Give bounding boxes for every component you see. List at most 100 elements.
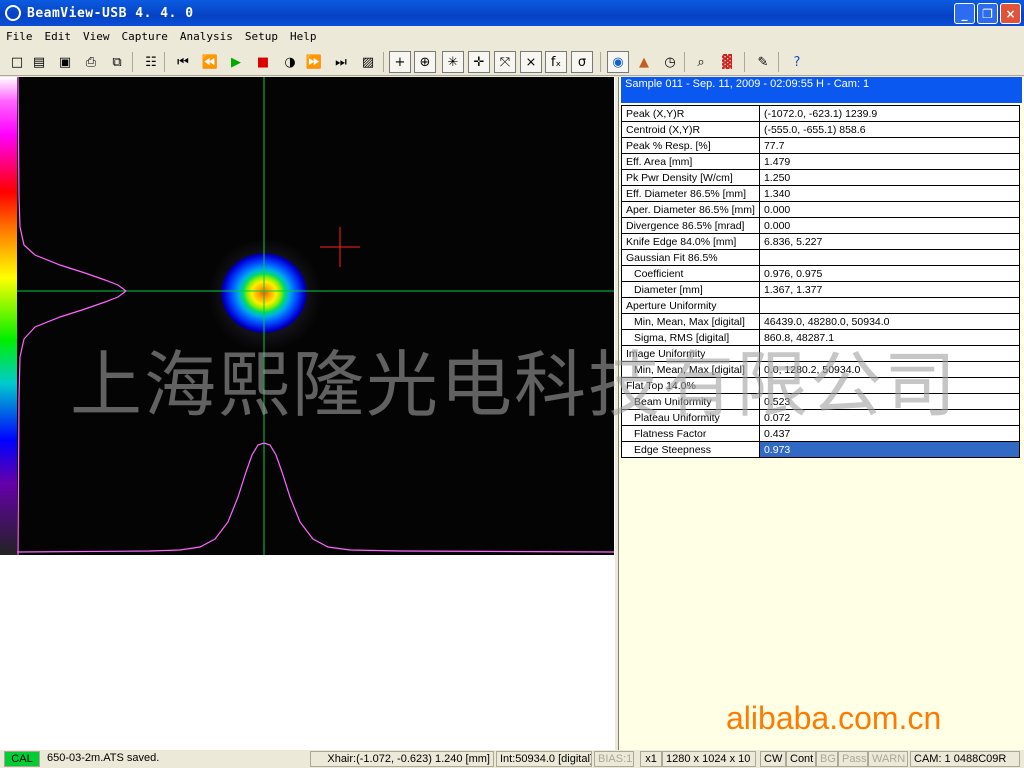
result-value[interactable] [758, 297, 1021, 314]
open-folder-icon[interactable]: ▤ [28, 51, 50, 73]
wizard-icon[interactable]: ✎ [752, 51, 774, 73]
skip-first-icon[interactable]: ⏮ [172, 51, 194, 73]
result-row[interactable]: Image Uniformity [621, 345, 1021, 362]
result-value[interactable] [758, 345, 1021, 362]
result-label: Divergence 86.5% [mrad] [621, 217, 760, 234]
skip-last-icon[interactable]: ⏭ [330, 51, 352, 73]
app-icon[interactable] [5, 5, 21, 21]
toolbar-separator [684, 52, 685, 72]
play-icon[interactable]: ▶ [225, 51, 247, 73]
result-value[interactable]: 0.976, 0.975 [758, 265, 1021, 282]
result-label: Peak (X,Y)R [621, 105, 760, 122]
result-value[interactable]: 1.367, 1.377 [758, 281, 1021, 298]
zoom-indicator: x1 [640, 751, 662, 767]
fast-forward-icon[interactable]: ⏩ [303, 51, 325, 73]
result-label: Flatness Factor [621, 425, 760, 442]
result-row[interactable]: Pk Pwr Density [W/cm] 1.250 [621, 169, 1021, 186]
print-setup-icon[interactable]: ☷ [140, 51, 162, 73]
result-value[interactable]: 0.437 [758, 425, 1021, 442]
beam-image-viewer[interactable] [0, 77, 614, 555]
result-row[interactable]: Diameter [mm] 1.367, 1.377 [621, 281, 1021, 298]
result-row[interactable]: Beam Uniformity 0.523 [621, 393, 1021, 410]
toolbar-separator [132, 52, 133, 72]
zoom-icon[interactable]: ⌕ [690, 51, 712, 73]
result-row[interactable]: Eff. Area [mm] 1.479 [621, 153, 1021, 170]
peak-crosshair-icon[interactable]: ✳ [442, 51, 464, 73]
menu-capture[interactable]: Capture [122, 30, 168, 43]
rewind-icon[interactable]: ⏪ [199, 51, 221, 73]
result-row[interactable]: Min, Mean, Max [digital] 0.0, 1280.2, 509… [621, 361, 1021, 378]
result-value[interactable]: 0.000 [758, 201, 1021, 218]
result-value[interactable] [758, 377, 1021, 394]
result-value[interactable]: (-1072.0, -623.1) 1239.9 [758, 105, 1021, 122]
result-row[interactable]: Eff. Diameter 86.5% [mm] 1.340 [621, 185, 1021, 202]
result-value[interactable]: 0.072 [758, 409, 1021, 426]
menu-setup[interactable]: Setup [245, 30, 278, 43]
snapshot-icon[interactable]: ▨ [357, 51, 379, 73]
result-row[interactable]: Plateau Uniformity 0.072 [621, 409, 1021, 426]
axis-profile-icon[interactable]: ⨯ [520, 51, 542, 73]
result-row[interactable]: Min, Mean, Max [digital] 46439.0, 48280.0… [621, 313, 1021, 330]
3d-view-icon[interactable]: ▲ [633, 51, 655, 73]
result-value[interactable]: 0.523 [758, 393, 1021, 410]
centroid-icon[interactable]: ⊕ [414, 51, 436, 73]
result-row[interactable]: Edge Steepness 0.973 [621, 441, 1021, 458]
result-value[interactable]: 6.836, 5.227 [758, 233, 1021, 250]
menu-analysis[interactable]: Analysis [180, 30, 233, 43]
menu-file[interactable]: File [6, 30, 33, 43]
result-value[interactable]: 0.000 [758, 217, 1021, 234]
result-row[interactable]: Sigma, RMS [digital] 860.8, 48287.1 [621, 329, 1021, 346]
copy-icon[interactable]: ⧉ [106, 51, 128, 73]
sigma-icon[interactable]: σ [571, 51, 593, 73]
cursor-crosshair-icon[interactable]: ✛ [468, 51, 490, 73]
clock-icon[interactable]: ◷ [659, 51, 681, 73]
palette-icon[interactable]: ▓ [716, 51, 738, 73]
result-label: Beam Uniformity [621, 393, 760, 410]
close-button[interactable]: × [1000, 3, 1021, 24]
result-label: Gaussian Fit 86.5% [621, 249, 760, 266]
result-label: Aperture Uniformity [621, 297, 760, 314]
crosshair-icon[interactable]: + [389, 51, 411, 73]
result-value[interactable]: 77.7 [758, 137, 1021, 154]
help-icon[interactable]: ? [786, 51, 808, 73]
print-icon[interactable]: ⎙ [80, 51, 102, 73]
result-label: Flat Top 14.0% [621, 377, 760, 394]
menu-edit[interactable]: Edit [45, 30, 72, 43]
result-label: Pk Pwr Density [W/cm] [621, 169, 760, 186]
result-value[interactable]: 0.0, 1280.2, 50934.0 [758, 361, 1021, 378]
status-bar: CAL 650-03-2m.ATS saved. Xhair:(-1.072, … [0, 750, 1024, 768]
result-row[interactable]: Peak % Resp. [%] 77.7 [621, 137, 1021, 154]
result-row[interactable]: Flatness Factor 0.437 [621, 425, 1021, 442]
stop-icon[interactable]: ■ [252, 51, 274, 73]
result-row[interactable]: Divergence 86.5% [mrad] 0.000 [621, 217, 1021, 234]
maximize-button[interactable]: ❐ [977, 3, 998, 24]
2d-view-icon[interactable]: ◉ [607, 51, 629, 73]
result-label: Knife Edge 84.0% [mm] [621, 233, 760, 250]
new-file-icon[interactable]: □ [6, 51, 28, 73]
profile-icon[interactable]: ⤧ [494, 51, 516, 73]
result-value[interactable]: 860.8, 48287.1 [758, 329, 1021, 346]
minimize-button[interactable]: _ [954, 3, 975, 24]
result-value[interactable]: 46439.0, 48280.0, 50934.0 [758, 313, 1021, 330]
resolution-indicator: 1280 x 1024 x 10 [662, 751, 756, 767]
result-row[interactable]: Aperture Uniformity [621, 297, 1021, 314]
result-value[interactable]: 1.479 [758, 153, 1021, 170]
capture-disk-icon[interactable]: ◑ [279, 51, 301, 73]
result-row[interactable]: Aper. Diameter 86.5% [mm] 0.000 [621, 201, 1021, 218]
result-value[interactable] [758, 249, 1021, 266]
save-icon[interactable]: ▣ [54, 51, 76, 73]
result-value[interactable]: (-555.0, -655.1) 858.6 [758, 121, 1021, 138]
result-value[interactable]: 1.340 [758, 185, 1021, 202]
toolbar-separator [600, 52, 601, 72]
result-row[interactable]: Centroid (X,Y)R (-555.0, -655.1) 858.6 [621, 121, 1021, 138]
result-row[interactable]: Flat Top 14.0% [621, 377, 1021, 394]
result-row[interactable]: Gaussian Fit 86.5% [621, 249, 1021, 266]
function-icon[interactable]: fₓ [545, 51, 567, 73]
menu-view[interactable]: View [83, 30, 110, 43]
result-row[interactable]: Knife Edge 84.0% [mm] 6.836, 5.227 [621, 233, 1021, 250]
result-row[interactable]: Peak (X,Y)R (-1072.0, -623.1) 1239.9 [621, 105, 1021, 122]
result-value[interactable]: 1.250 [758, 169, 1021, 186]
result-row[interactable]: Coefficient 0.976, 0.975 [621, 265, 1021, 282]
result-value[interactable]: 0.973 [758, 441, 1021, 458]
menu-help[interactable]: Help [290, 30, 317, 43]
